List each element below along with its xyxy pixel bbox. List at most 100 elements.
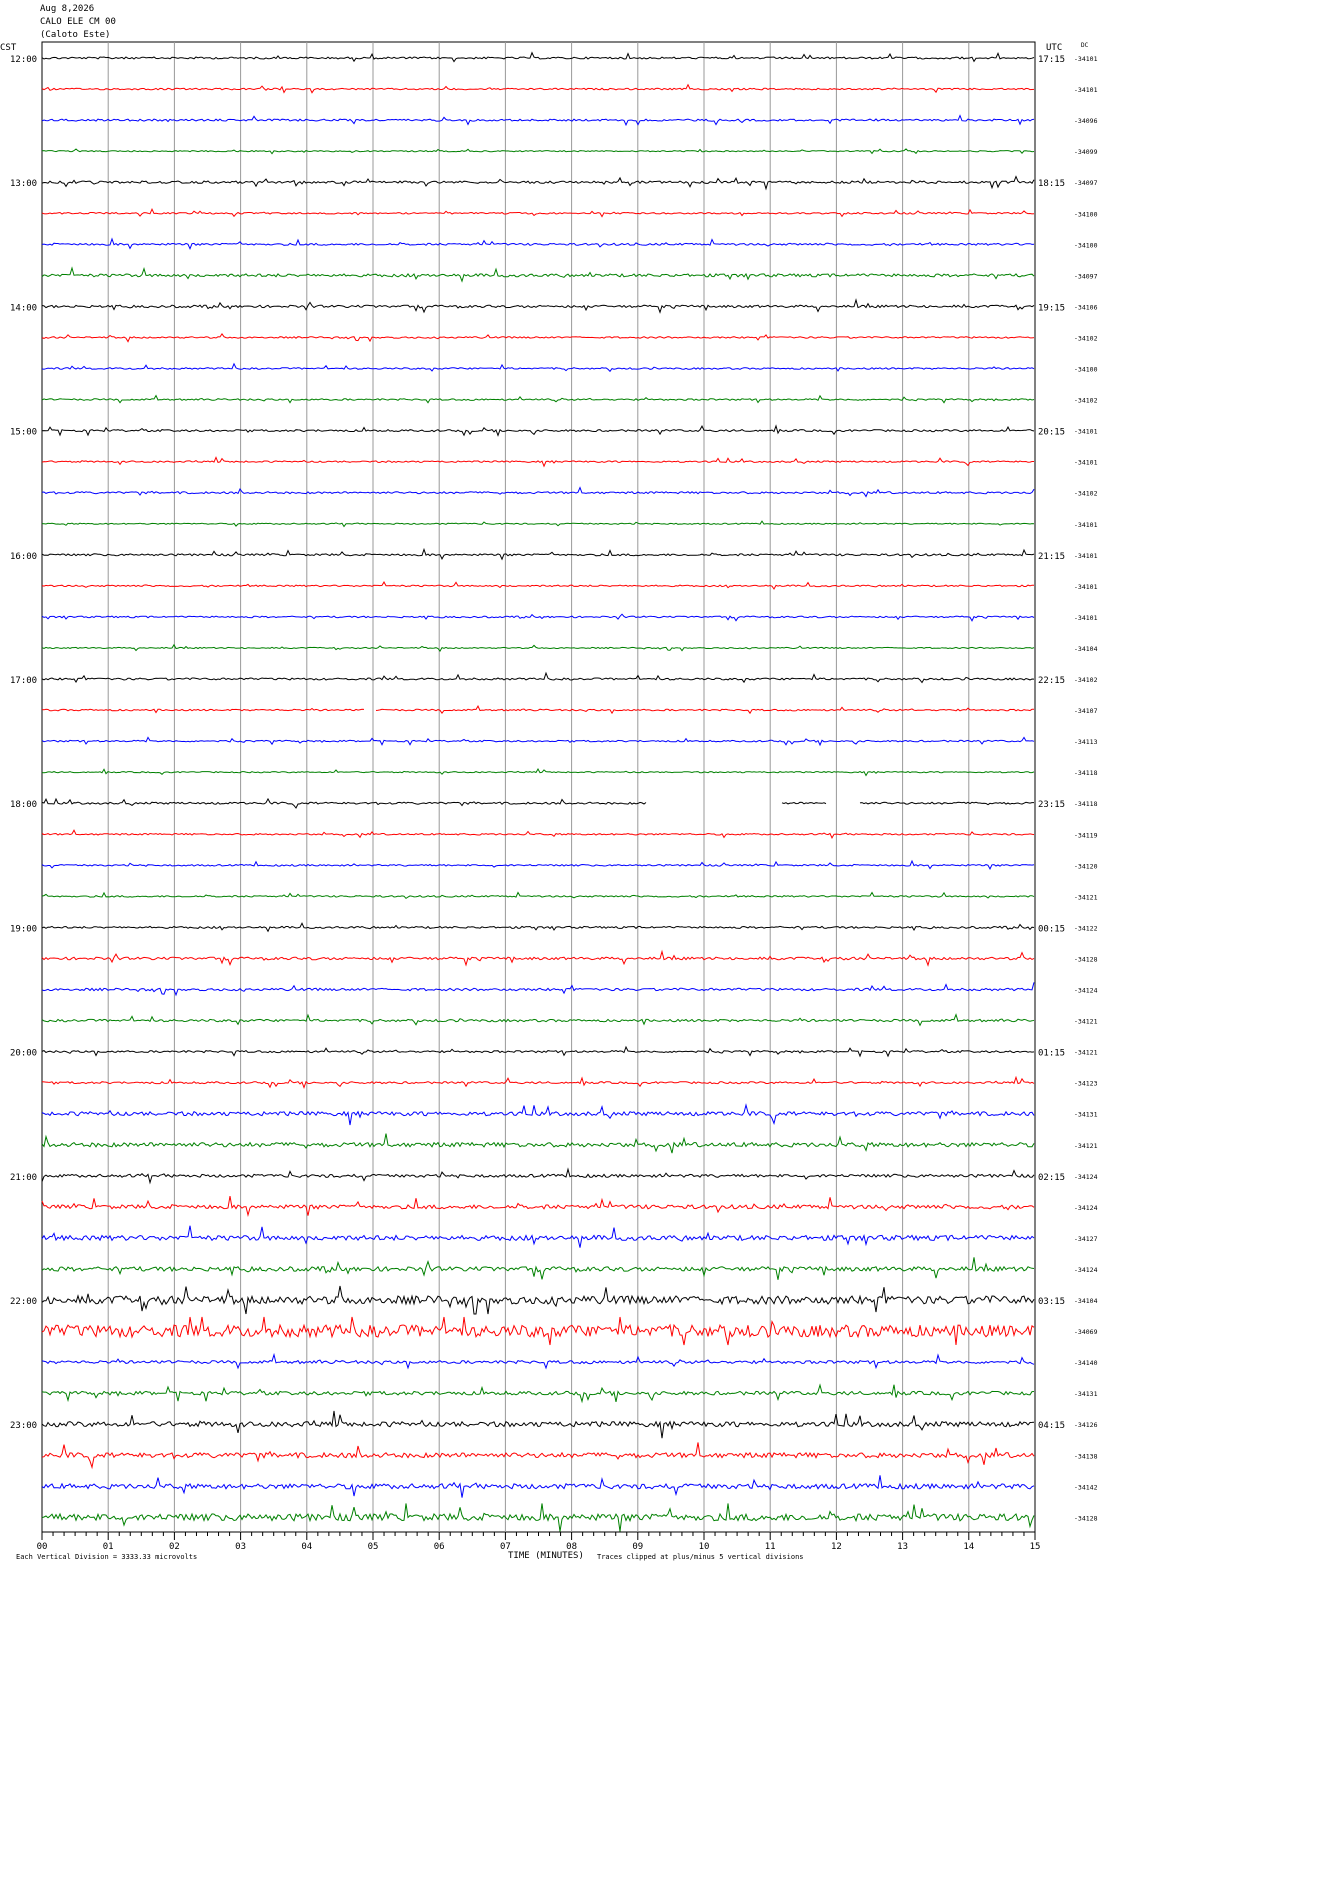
utc-hour-label: 22:15 bbox=[1038, 676, 1065, 686]
trace-line bbox=[41, 148, 1035, 155]
dc-value-label: -34096 bbox=[1074, 117, 1098, 125]
trace-line bbox=[41, 237, 1035, 250]
utc-hour-label: 19:15 bbox=[1038, 303, 1065, 313]
cst-hour-label: 16:00 bbox=[10, 552, 37, 562]
plot-frame bbox=[41, 41, 1036, 1533]
utc-hour-label: 04:15 bbox=[1038, 1421, 1065, 1431]
x-axis-title: TIME (MINUTES) bbox=[508, 1551, 584, 1561]
dc-value-label: -34101 bbox=[1074, 86, 1098, 94]
dc-value-label: -34118 bbox=[1074, 769, 1098, 777]
dc-value-label: -34124 bbox=[1074, 987, 1098, 995]
trace-line bbox=[41, 1196, 1035, 1217]
x-tick-label: 14 bbox=[963, 1542, 974, 1552]
x-tick-label: 11 bbox=[765, 1542, 776, 1552]
trace-line bbox=[41, 736, 1035, 747]
trace-line bbox=[41, 797, 1034, 809]
dc-value-label: -34118 bbox=[1074, 800, 1098, 808]
trace-line bbox=[41, 705, 1034, 715]
trace-line bbox=[41, 949, 1035, 967]
trace-line bbox=[41, 456, 1034, 468]
trace-line bbox=[41, 1225, 1035, 1248]
trace-line bbox=[41, 1167, 1035, 1185]
dc-value-label: -34101 bbox=[1074, 521, 1098, 529]
trace-line bbox=[41, 643, 1035, 653]
dc-value-label: -34123 bbox=[1074, 1080, 1098, 1088]
trace-line bbox=[41, 671, 1035, 684]
trace-line bbox=[41, 333, 1035, 343]
dc-value-label: -34101 bbox=[1074, 459, 1098, 467]
x-tick-label: 10 bbox=[699, 1542, 710, 1552]
trace-line bbox=[41, 114, 1035, 127]
dc-value-label: -34101 bbox=[1074, 583, 1098, 591]
dc-value-label: -34099 bbox=[1074, 148, 1098, 156]
dc-value-label: -34124 bbox=[1074, 1266, 1098, 1274]
cst-hour-label: 18:00 bbox=[10, 800, 37, 810]
trace-line bbox=[41, 1045, 1035, 1058]
cst-hour-label: 12:00 bbox=[10, 55, 37, 65]
dc-value-label: -34126 bbox=[1074, 1421, 1098, 1429]
dc-value-label: -34127 bbox=[1074, 1235, 1098, 1243]
trace-line bbox=[41, 1352, 1035, 1370]
dc-value-label: -34101 bbox=[1074, 614, 1098, 622]
trace-line bbox=[41, 486, 1035, 498]
dc-value-label: -34101 bbox=[1074, 55, 1098, 63]
footer-scale-note: Each Vertical Division = 3333.33 microvo… bbox=[16, 1553, 197, 1561]
trace-line bbox=[41, 1103, 1035, 1126]
x-tick-label: 12 bbox=[831, 1542, 842, 1552]
trace-line bbox=[41, 922, 1035, 933]
trace-line bbox=[41, 520, 1035, 528]
cst-hour-label: 22:00 bbox=[10, 1297, 37, 1307]
trace-line bbox=[41, 1475, 1035, 1498]
dc-value-label: -34113 bbox=[1074, 738, 1098, 746]
utc-hour-label: 17:15 bbox=[1038, 55, 1065, 65]
x-tick-label: 05 bbox=[368, 1542, 379, 1552]
x-tick-label: 03 bbox=[235, 1542, 246, 1552]
trace-line bbox=[41, 1503, 1035, 1532]
x-tick-label: 13 bbox=[897, 1542, 908, 1552]
dc-value-label: -34131 bbox=[1074, 1390, 1098, 1398]
trace-line bbox=[41, 394, 1035, 404]
dc-value-label: -34128 bbox=[1074, 1514, 1098, 1522]
utc-hour-label: 01:15 bbox=[1038, 1049, 1065, 1059]
trace-line bbox=[41, 547, 1035, 561]
utc-hour-label: 03:15 bbox=[1038, 1297, 1065, 1307]
footer-clip-note: Traces clipped at plus/minus 5 vertical … bbox=[597, 1553, 804, 1561]
dc-value-label: -34101 bbox=[1074, 552, 1098, 560]
cst-hour-label: 13:00 bbox=[10, 179, 37, 189]
dc-value-label: -34102 bbox=[1074, 334, 1098, 342]
trace-line bbox=[41, 51, 1035, 63]
dc-value-label: -34128 bbox=[1074, 955, 1098, 963]
utc-hour-label: 18:15 bbox=[1038, 179, 1065, 189]
trace-line bbox=[41, 1257, 1035, 1280]
dc-value-label: -34069 bbox=[1074, 1328, 1098, 1336]
traces-group bbox=[41, 51, 1035, 1532]
cst-hour-label: 15:00 bbox=[10, 428, 37, 438]
utc-hour-label: 23:15 bbox=[1038, 800, 1065, 810]
dc-value-label: -34104 bbox=[1074, 645, 1098, 653]
dc-value-label: -34121 bbox=[1074, 1018, 1098, 1026]
dc-value-label: -34120 bbox=[1074, 862, 1098, 870]
trace-line bbox=[41, 362, 1035, 373]
x-tick-label: 09 bbox=[632, 1542, 643, 1552]
dc-value-label: -34097 bbox=[1074, 179, 1098, 187]
cst-hour-label: 23:00 bbox=[10, 1421, 37, 1431]
dc-value-label: -34097 bbox=[1074, 272, 1098, 280]
dc-value-label: -34121 bbox=[1074, 1049, 1098, 1057]
dc-value-label: -34121 bbox=[1074, 893, 1098, 901]
dc-value-label: -34102 bbox=[1074, 490, 1098, 498]
trace-line bbox=[41, 891, 1035, 900]
utc-hour-label: 02:15 bbox=[1038, 1173, 1065, 1183]
trace-line bbox=[41, 298, 1035, 314]
utc-hour-label: 00:15 bbox=[1038, 924, 1065, 934]
dc-value-label: -34122 bbox=[1074, 924, 1098, 932]
dc-value-label: -34121 bbox=[1074, 1142, 1098, 1150]
trace-line bbox=[41, 175, 1035, 191]
trace-line bbox=[41, 1410, 1035, 1439]
dc-value-label: -34100 bbox=[1074, 366, 1098, 374]
dc-value-label: -34119 bbox=[1074, 831, 1098, 839]
dc-value-label: -34104 bbox=[1074, 1297, 1098, 1305]
dc-value-label: -34101 bbox=[1074, 428, 1098, 436]
dc-value-label: -34131 bbox=[1074, 1111, 1098, 1119]
cst-axis-label: CST bbox=[0, 43, 17, 53]
cst-hour-label: 19:00 bbox=[10, 924, 37, 934]
